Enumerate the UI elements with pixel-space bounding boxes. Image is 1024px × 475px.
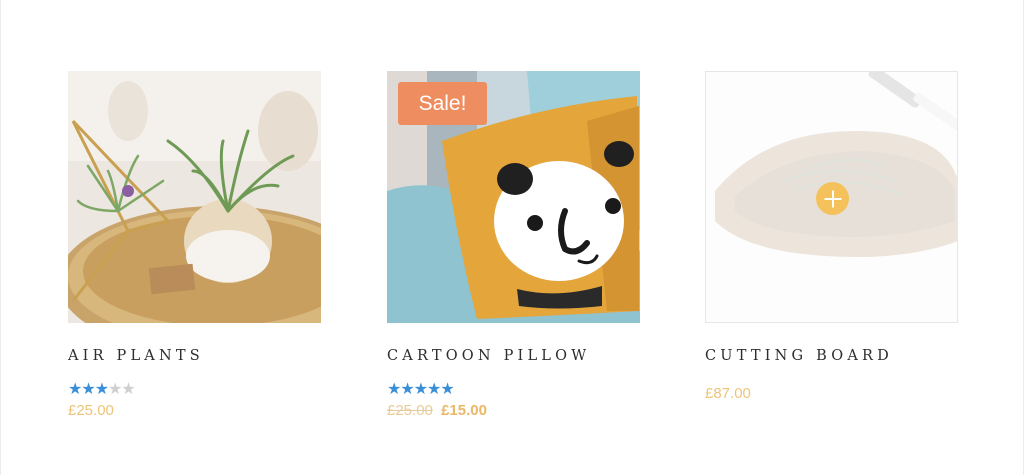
sale-price: £15.00 xyxy=(441,402,487,419)
product-title[interactable]: CARTOON PILLOW xyxy=(387,347,640,365)
current-price: £25.00 xyxy=(68,402,114,419)
star-filled-icon: ★ xyxy=(400,381,414,398)
star-filled-icon: ★ xyxy=(440,381,454,398)
product-price: £25.00 £15.00 xyxy=(387,402,640,419)
star-empty-icon: ★ xyxy=(121,381,135,398)
current-price: £87.00 xyxy=(705,385,751,402)
page-left-border xyxy=(0,0,1,475)
product-image-cartoon-pillow[interactable]: Sale! xyxy=(387,71,640,323)
star-filled-icon: ★ xyxy=(387,381,401,398)
product-card-cutting-board: CUTTING BOARD £87.00 xyxy=(705,71,958,402)
star-filled-icon: ★ xyxy=(81,381,95,398)
product-card-cartoon-pillow: Sale! CARTOON PILLOW ★★★★★ £25.00 £15.00 xyxy=(387,71,640,419)
plus-circle-icon[interactable] xyxy=(816,182,849,215)
star-rating: ★★★★★ xyxy=(387,382,640,398)
star-empty-icon: ★ xyxy=(108,381,122,398)
star-filled-icon: ★ xyxy=(94,381,109,398)
product-image-air-plants[interactable] xyxy=(68,71,321,323)
product-card-air-plants: AIR PLANTS ★★★★★ £25.00 xyxy=(68,71,321,419)
star-filled-icon: ★ xyxy=(413,381,428,398)
product-image-cutting-board[interactable] xyxy=(705,71,958,323)
product-title[interactable]: CUTTING BOARD xyxy=(705,347,958,365)
sale-badge: Sale! xyxy=(398,82,487,125)
product-title[interactable]: AIR PLANTS xyxy=(68,347,321,365)
star-filled-icon: ★ xyxy=(427,381,441,398)
star-rating: ★★★★★ xyxy=(68,382,321,398)
product-price: £25.00 xyxy=(68,402,321,419)
star-filled-icon: ★ xyxy=(68,381,82,398)
original-price: £25.00 xyxy=(387,402,433,419)
product-price: £87.00 xyxy=(705,385,958,402)
